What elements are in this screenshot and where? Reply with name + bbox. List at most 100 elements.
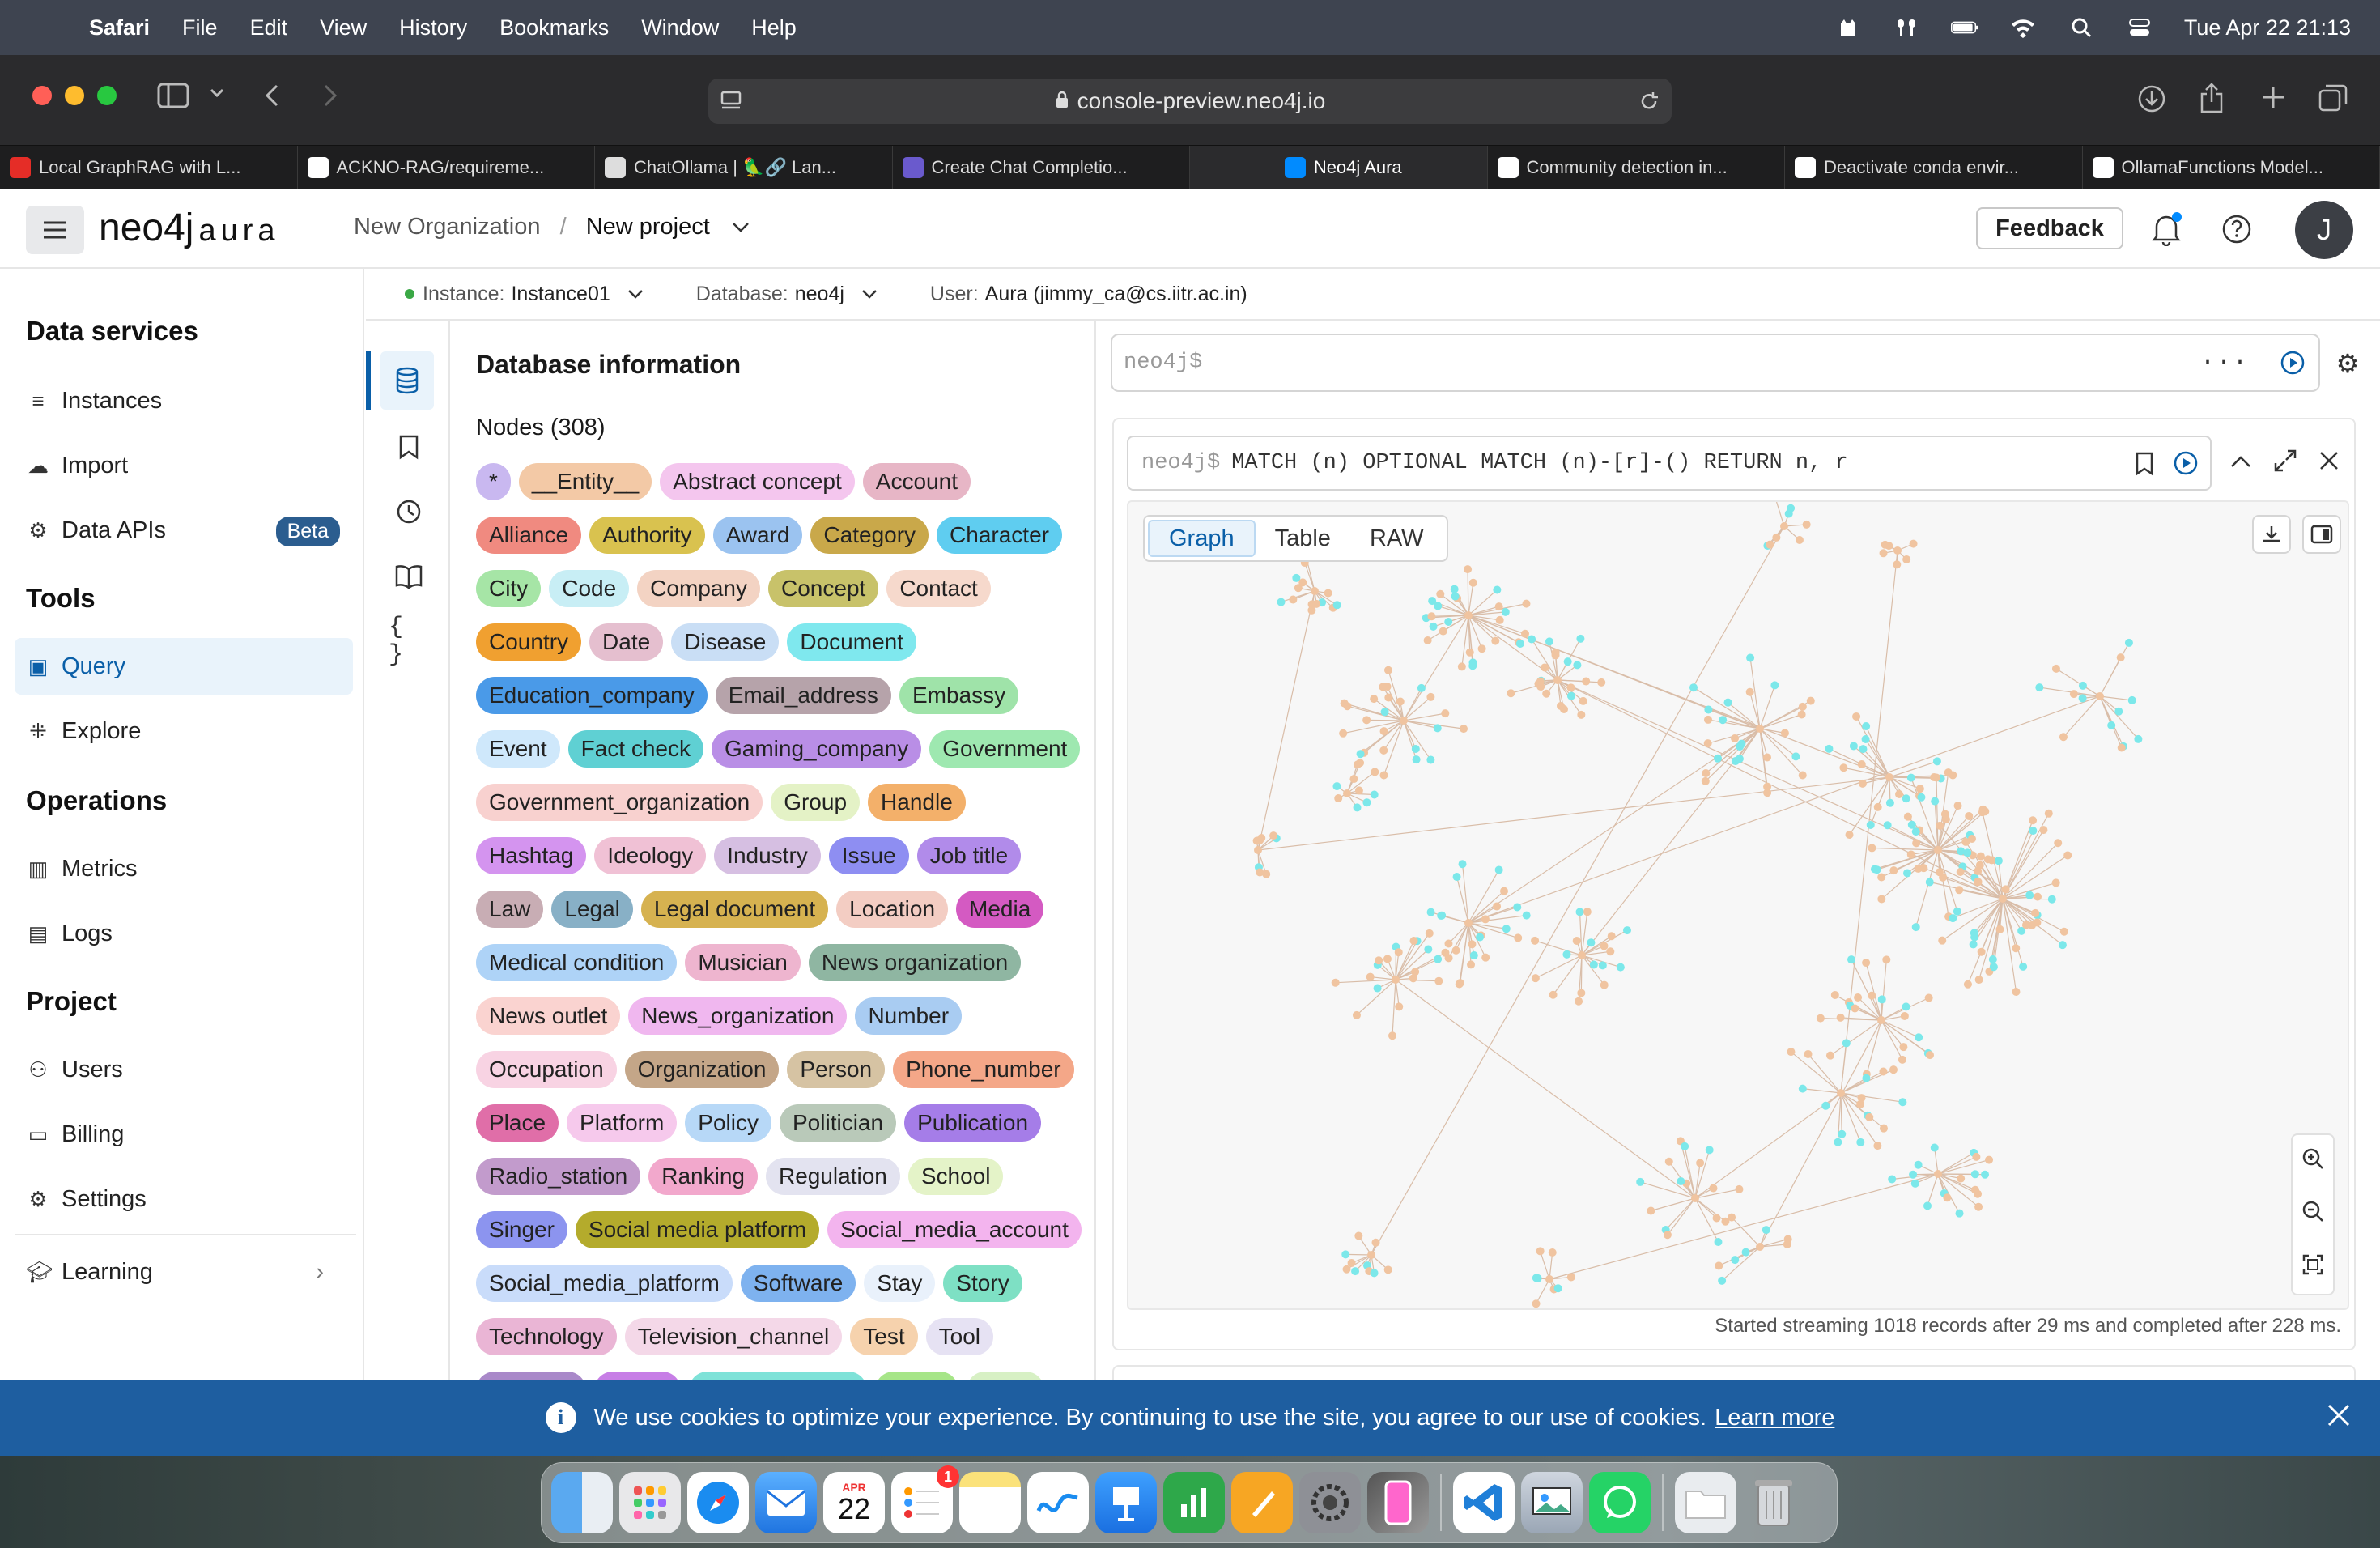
node-label-chip[interactable]: Television_channel [624, 1318, 843, 1355]
graph-relationship[interactable] [1808, 1053, 1842, 1094]
graph-node[interactable] [1888, 1175, 1897, 1184]
forward-icon[interactable] [321, 83, 340, 113]
graph-node[interactable] [1893, 546, 1902, 555]
node-label-chip[interactable]: Embassy [899, 677, 1019, 714]
graph-node[interactable] [1909, 1170, 1918, 1179]
graph-node[interactable] [1845, 831, 1854, 840]
menu-help[interactable]: Help [751, 15, 797, 40]
graph-node[interactable] [1736, 742, 1745, 751]
graph-node[interactable] [1872, 865, 1881, 874]
graph-node[interactable] [1943, 1193, 1952, 1202]
graph-node[interactable] [1450, 585, 1459, 593]
graph-node[interactable] [1476, 933, 1485, 942]
graph-node[interactable] [1834, 1138, 1842, 1146]
graph-node[interactable] [1955, 1209, 1964, 1218]
graph-node[interactable] [1953, 802, 1962, 810]
node-label-chip[interactable]: Video [875, 1372, 959, 1380]
graph-relationship[interactable] [1257, 590, 1315, 851]
graph-node[interactable] [1396, 697, 1405, 706]
graph-node[interactable] [1893, 560, 1902, 569]
graph-node[interactable] [1531, 936, 1540, 945]
node-label-chip[interactable]: Social media platform [575, 1211, 820, 1248]
instance-select[interactable]: Instance01 [511, 283, 610, 306]
graph-node[interactable] [1426, 908, 1435, 916]
reminders-icon[interactable]: 1 [891, 1465, 959, 1533]
node-label-chip[interactable]: Government [929, 730, 1081, 768]
graph-node[interactable] [1572, 937, 1581, 946]
graph-node[interactable] [1895, 789, 1904, 798]
node-label-chip[interactable]: Alliance [476, 517, 582, 554]
graph-node[interactable] [1770, 681, 1779, 690]
graph-node[interactable] [1532, 1274, 1541, 1282]
graph-node[interactable] [1477, 644, 1486, 653]
graph-node[interactable] [1531, 974, 1540, 983]
graph-node[interactable] [1427, 612, 1436, 621]
graph-node[interactable] [1856, 1099, 1865, 1108]
graph-node[interactable] [1723, 698, 1732, 707]
node-label-chip[interactable]: Company [637, 570, 761, 607]
graph-node[interactable] [2127, 695, 2136, 704]
calendar-icon[interactable]: APR 22 [823, 1472, 885, 1533]
graph-node[interactable] [1556, 701, 1565, 710]
graph-node[interactable] [1532, 1299, 1541, 1308]
user-avatar[interactable]: J [2295, 201, 2353, 259]
graph-node[interactable] [2001, 885, 2010, 894]
node-label-chip[interactable]: Number [855, 997, 963, 1035]
graph-node[interactable] [1976, 852, 1985, 861]
graph-node[interactable] [2078, 694, 2087, 703]
node-label-chip[interactable]: Media [956, 891, 1044, 928]
graph-node[interactable] [1957, 1174, 1966, 1183]
graph-node[interactable] [1356, 750, 1365, 759]
graph-node[interactable] [1367, 1251, 1375, 1259]
graph-node[interactable] [2019, 962, 2028, 971]
graph-node[interactable] [1458, 860, 1467, 869]
graph-relationship[interactable] [1511, 679, 1558, 694]
saved-cypher-icon[interactable] [389, 423, 429, 471]
graph-relationship[interactable] [1694, 1163, 1701, 1199]
graph-node[interactable] [1879, 549, 1888, 558]
graph-relationship[interactable] [1540, 1251, 1550, 1280]
graph-node[interactable] [2044, 809, 2053, 818]
graph-node[interactable] [1289, 595, 1298, 604]
node-label-chip[interactable]: Stay [864, 1265, 936, 1302]
node-label-chip[interactable]: Policy [685, 1104, 771, 1142]
graph-relationship[interactable] [1651, 1197, 1696, 1212]
graph-node[interactable] [1741, 1248, 1750, 1257]
graph-node[interactable] [1577, 989, 1586, 997]
graph-relationship[interactable] [1830, 1019, 1882, 1057]
graph-node[interactable] [2047, 895, 2056, 904]
node-label-chip[interactable]: Industry [714, 837, 821, 874]
graph-node[interactable] [1911, 827, 1920, 836]
graph-node[interactable] [1881, 540, 1889, 549]
graph-node[interactable] [1468, 578, 1477, 587]
node-label-chip[interactable]: Singer [476, 1211, 567, 1248]
graph-node[interactable] [1981, 1170, 1990, 1179]
graph-node[interactable] [1978, 808, 1987, 817]
graph-node[interactable] [1702, 769, 1711, 778]
node-label-chip[interactable]: Account [862, 463, 971, 500]
graph-node[interactable] [1370, 695, 1379, 704]
graph-node[interactable] [1877, 995, 1886, 1004]
graph-node[interactable] [1745, 687, 1754, 696]
graph-node[interactable] [1836, 1013, 1845, 1022]
database-info-icon[interactable] [380, 351, 434, 410]
graph-node[interactable] [1507, 689, 1515, 698]
graph-node[interactable] [1566, 1273, 1575, 1282]
graph-node[interactable] [1455, 980, 1464, 989]
graph-relationship[interactable] [1665, 1197, 1696, 1231]
graph-node[interactable] [1379, 771, 1388, 780]
graph-node[interactable] [1467, 960, 1476, 969]
zoom-window-button[interactable] [97, 86, 117, 105]
graph-node[interactable] [1806, 696, 1815, 705]
graph-node[interactable] [1784, 509, 1793, 518]
graph-relationship[interactable] [1468, 582, 1474, 616]
graph-relationship[interactable] [1667, 1197, 1696, 1235]
node-label-chip[interactable]: Tool [925, 1318, 993, 1355]
graph-node[interactable] [2058, 941, 2067, 950]
node-label-chip[interactable]: City [476, 570, 542, 607]
graph-node[interactable] [1932, 773, 1940, 782]
sidebar-item-logs[interactable]: ▤ Logs [15, 905, 353, 962]
graph-node[interactable] [1412, 755, 1421, 764]
graph-node[interactable] [1451, 592, 1460, 601]
node-label-chip[interactable]: Hashtag [476, 837, 587, 874]
